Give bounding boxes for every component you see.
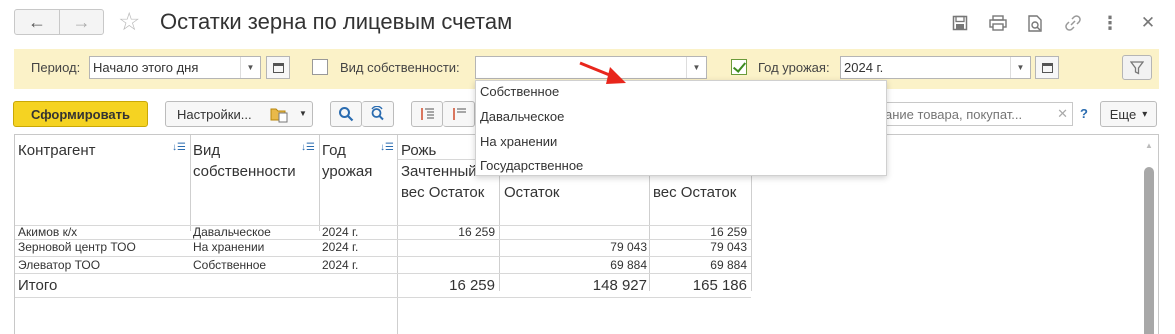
header-crop[interactable]: Рожь [401,140,436,161]
table-cell[interactable]: 69 884 [651,259,747,272]
dropdown-option[interactable]: Давальческое [480,109,564,124]
forward-button[interactable]: → [58,10,103,34]
arrow-right-icon: → [72,11,91,32]
period-value: Начало этого дня [93,60,199,75]
search-icon [339,107,354,122]
ownership-label: Вид собственности: [340,60,460,75]
ownership-dropdown-list: Собственное Давальческое На хранении Гос… [475,80,887,176]
chevron-down-icon: ▾ [1142,108,1148,120]
vertical-scrollbar[interactable]: ▲ [1142,135,1158,334]
harvest-value: 2024 г. [844,60,884,75]
find-next-button[interactable] [362,101,394,127]
total-cell[interactable]: 148 927 [501,277,647,294]
total-label[interactable]: Итого [18,277,57,294]
calendar-icon [272,62,284,73]
dropdown-option[interactable]: Собственное [480,84,559,99]
collapse-groups-button[interactable] [443,101,475,127]
annotation-arrow-icon [579,61,626,84]
funnel-icon [1130,60,1144,75]
chevron-down-icon: ▼ [299,109,307,118]
harvest-field[interactable]: 2024 г. ▼ [840,56,1031,79]
calendar-button[interactable] [1035,56,1059,79]
more-label: Еще [1109,106,1137,122]
table-cell[interactable]: Давальческое [193,226,271,239]
arrow-left-icon: ← [27,11,46,32]
chevron-down-icon[interactable]: ▼ [240,57,260,78]
table-cell[interactable]: 2024 г. [322,259,358,272]
expand-groups-button[interactable] [411,101,443,127]
more-vertical-icon[interactable]: ⋮ [1099,12,1121,34]
dropdown-option[interactable]: На хранении [480,134,557,149]
close-icon[interactable]: ✕ [1137,12,1159,34]
more-button[interactable]: Еще ▾ [1100,101,1157,127]
calendar-button[interactable] [266,56,290,79]
link-icon[interactable] [1062,12,1084,34]
table-cell[interactable]: Собственное [193,259,266,272]
find-button[interactable] [330,101,362,127]
save-icon[interactable] [949,12,971,34]
scroll-up-icon[interactable]: ▲ [1145,141,1153,150]
table-cell[interactable]: 16 259 [399,226,495,239]
dropdown-option[interactable]: Государственное [480,158,583,173]
table-cell[interactable]: Акимов к/х [18,226,77,239]
page-title: Остатки зерна по лицевым счетам [160,9,513,34]
help-link[interactable]: ? [1080,106,1088,121]
settings-label: Настройки... [177,106,252,122]
star-icon[interactable]: ☆ [118,8,140,36]
table-cell[interactable]: Зерновой центр ТОО [18,241,136,254]
chevron-down-icon[interactable]: ▼ [686,57,706,78]
table-cell[interactable]: 69 884 [501,259,647,272]
table-cell[interactable]: 2024 г. [322,226,358,239]
table-cell[interactable]: Элеватор ТОО [18,259,100,272]
expand-icon [421,108,434,120]
clear-icon[interactable]: ✕ [1057,106,1068,122]
search-next-icon [370,106,384,121]
harvest-label: Год урожая: [758,60,830,75]
back-button[interactable]: ← [15,10,59,34]
variant-icon [270,106,290,126]
scroll-thumb[interactable] [1144,167,1154,334]
table-cell[interactable]: 79 043 [651,241,747,254]
table-cell[interactable]: 16 259 [651,226,747,239]
nav-buttons: ← → [14,9,104,35]
chevron-down-icon[interactable]: ▼ [1010,57,1030,78]
period-field[interactable]: Начало этого дня ▼ [89,56,261,79]
table-cell[interactable]: 79 043 [501,241,647,254]
sort-icon[interactable]: ↓☰ [380,142,394,153]
header-ownership[interactable]: Вид собственности [193,140,303,182]
total-cell[interactable]: 16 259 [399,277,495,294]
total-cell[interactable]: 165 186 [651,277,747,294]
sort-icon[interactable]: ↓☰ [301,142,315,153]
table-cell[interactable]: На хранении [193,241,264,254]
filter-button[interactable] [1122,55,1152,80]
generate-button[interactable]: Сформировать [13,101,148,127]
header-year[interactable]: Год урожая [322,140,384,182]
ownership-checkbox[interactable] [312,59,328,75]
calendar-icon [1041,62,1053,73]
preview-icon[interactable] [1024,12,1046,34]
sort-icon[interactable]: ↓☰ [172,142,186,153]
period-label: Период: [31,60,81,75]
table-cell[interactable]: 2024 г. [322,241,358,254]
harvest-checkbox[interactable] [731,59,747,75]
collapse-icon [452,108,466,120]
settings-button[interactable]: Настройки... ▼ [165,101,313,127]
title-bar: ← → ☆ Остатки зерна по лицевым счетам ⋮ … [0,0,1175,46]
header-contractor[interactable]: Контрагент [18,140,178,161]
print-icon[interactable] [987,12,1009,34]
